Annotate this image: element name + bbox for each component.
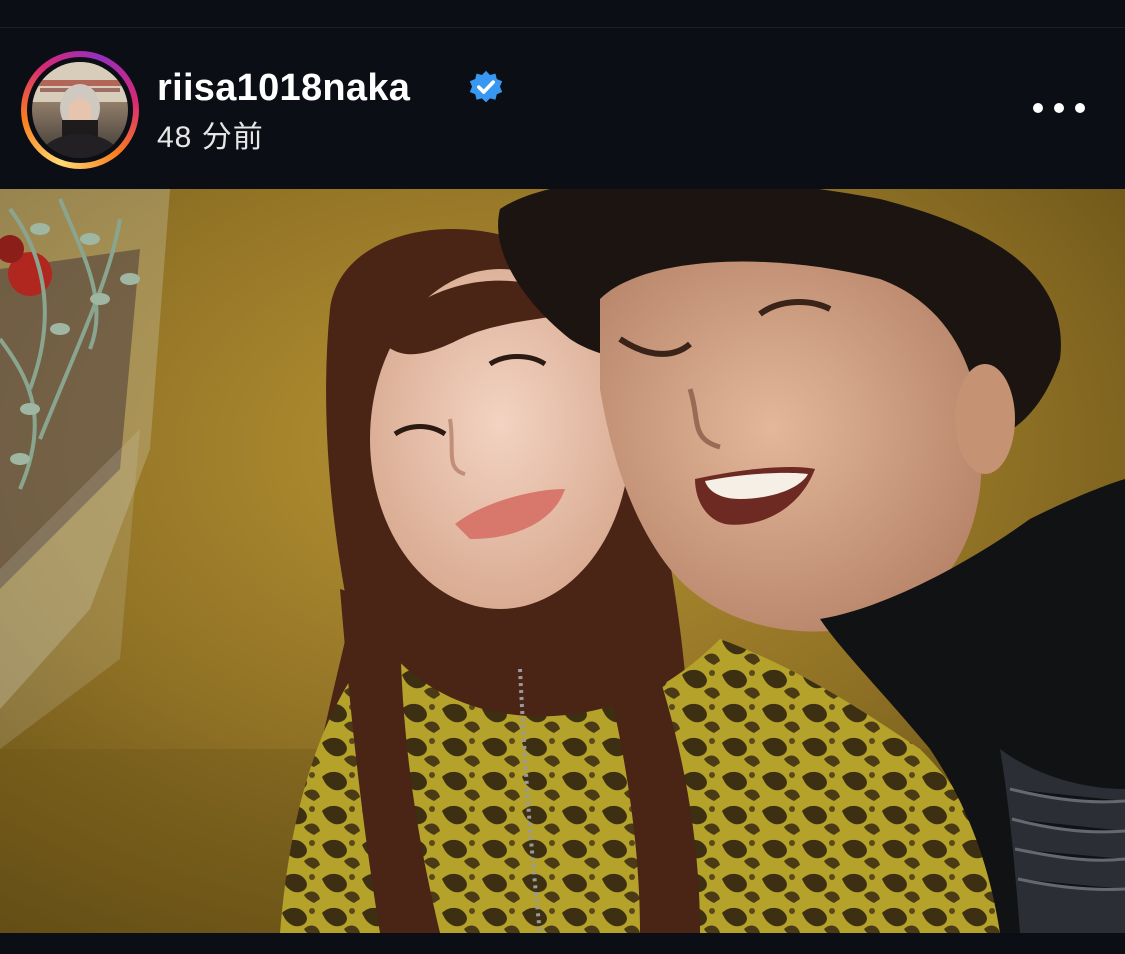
- more-horizontal-icon[interactable]: [1030, 90, 1090, 126]
- post-timestamp: 48 分前: [157, 121, 264, 154]
- story-ring-avatar[interactable]: [21, 51, 139, 169]
- photo-illustration: [0, 189, 1125, 933]
- post-header: riisa1018naka 48 分前: [0, 28, 1125, 188]
- avatar-gap: [27, 57, 133, 163]
- post-footer-edge: [0, 933, 1125, 954]
- post-photo[interactable]: [0, 189, 1125, 933]
- verified-badge-icon: [469, 70, 503, 103]
- avatar: [32, 62, 128, 158]
- status-area: [0, 0, 1125, 28]
- username-link[interactable]: riisa1018naka: [157, 66, 410, 110]
